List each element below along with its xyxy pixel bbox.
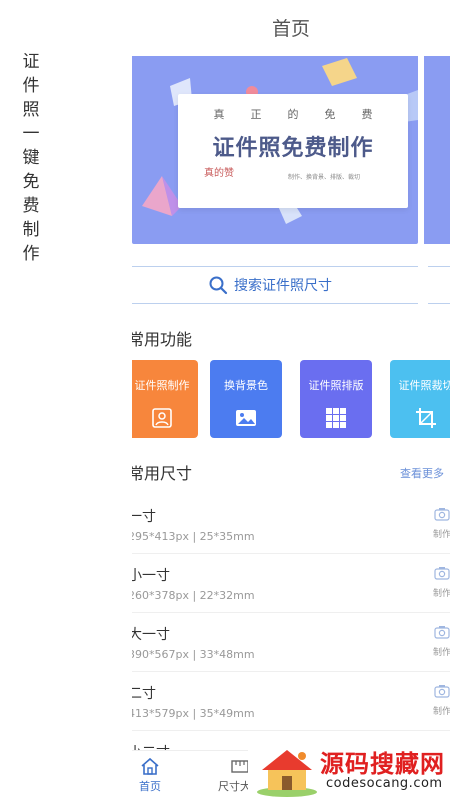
watermark-brand: 源码搜藏网 bbox=[320, 750, 445, 778]
size-row[interactable]: 二寸 413*579px | 35*49mm 制作 bbox=[132, 673, 450, 731]
make-label: 制作 bbox=[432, 530, 450, 540]
make-button[interactable]: 制作 bbox=[430, 683, 450, 717]
make-button[interactable]: 制作 bbox=[430, 565, 450, 599]
banner-subtitle: 真正的免费 bbox=[213, 108, 399, 121]
search-bar-peek bbox=[428, 266, 450, 304]
tile-label: 证件照排版 bbox=[308, 379, 364, 392]
side-caption-panel: 证 件 照 一 键 免 费 制 作 bbox=[0, 0, 110, 800]
caption-char: 制 bbox=[22, 220, 40, 240]
sizes-title: 常用尺寸 bbox=[132, 464, 193, 483]
tile-change-background[interactable]: 换背景色 bbox=[210, 360, 282, 438]
make-label: 制作 bbox=[432, 707, 450, 717]
size-spec: 295*413px | 25*35mm bbox=[132, 530, 255, 543]
home-icon bbox=[141, 757, 159, 775]
caption-char: 证 bbox=[22, 52, 40, 72]
page-title: 首页 bbox=[271, 18, 310, 40]
size-row[interactable]: 小一寸 260*378px | 22*32mm 制作 bbox=[132, 555, 450, 613]
grid-icon bbox=[326, 408, 346, 428]
portrait-icon bbox=[152, 408, 172, 428]
tab-home[interactable]: 首页 bbox=[132, 757, 180, 794]
caption-char: 件 bbox=[22, 76, 40, 96]
camera-icon bbox=[434, 626, 450, 639]
size-row[interactable]: 大一寸 390*567px | 33*48mm 制作 bbox=[132, 614, 450, 672]
camera-icon bbox=[434, 567, 450, 580]
caption-char: 照 bbox=[22, 100, 40, 120]
caption-char: 作 bbox=[22, 244, 40, 264]
tile-label: 证件照制作 bbox=[134, 379, 190, 392]
ruler-icon bbox=[231, 760, 249, 773]
camera-icon bbox=[434, 685, 450, 698]
tile-crop[interactable]: 证件照裁切 bbox=[390, 360, 450, 438]
banner-card: 真正的免费 证件照免费制作 真的赞 制作、换背景、排版、裁切 bbox=[178, 94, 408, 208]
size-spec: 390*567px | 33*48mm bbox=[132, 648, 255, 661]
make-button[interactable]: 制作 bbox=[430, 506, 450, 540]
tile-layout[interactable]: 证件照排版 bbox=[300, 360, 372, 438]
tile-label: 证件照裁切 bbox=[398, 379, 450, 392]
crop-icon bbox=[416, 408, 436, 428]
caption-char: 一 bbox=[22, 124, 40, 144]
size-row[interactable]: 一寸 295*413px | 25*35mm 制作 bbox=[132, 496, 450, 554]
caption-char: 费 bbox=[22, 196, 40, 216]
vertical-caption: 证 件 照 一 键 免 费 制 作 bbox=[20, 50, 42, 266]
size-name: 小一寸 bbox=[132, 568, 170, 584]
banner-signature: 真的赞 bbox=[204, 168, 234, 179]
search-label: 搜索证件照尺寸 bbox=[234, 278, 332, 294]
camera-icon bbox=[434, 508, 450, 521]
search-icon bbox=[209, 276, 228, 295]
watermark: 源码搜藏网 codesocang.com bbox=[248, 740, 450, 800]
search-bar[interactable]: 搜索证件照尺寸 bbox=[132, 266, 418, 304]
size-name: 大一寸 bbox=[132, 627, 170, 643]
phone-screen: 首页 真正的免费 证件照免费制作 真的赞 制作、换背景、排版、裁切 搜索证件照尺… bbox=[132, 0, 450, 800]
make-button[interactable]: 制作 bbox=[430, 624, 450, 658]
tile-label: 换背景色 bbox=[224, 379, 268, 392]
size-name: 一寸 bbox=[132, 509, 156, 525]
banner-features: 制作、换背景、排版、裁切 bbox=[288, 174, 361, 181]
make-label: 制作 bbox=[432, 648, 450, 658]
size-name: 二寸 bbox=[132, 686, 156, 702]
size-spec: 260*378px | 22*32mm bbox=[132, 589, 255, 602]
watermark-url: codesocang.com bbox=[326, 776, 443, 791]
make-label: 制作 bbox=[432, 589, 450, 599]
next-banner-peek[interactable] bbox=[424, 56, 450, 244]
banner-headline: 证件照免费制作 bbox=[212, 136, 374, 161]
caption-char: 免 bbox=[22, 172, 40, 192]
caption-char: 键 bbox=[22, 148, 40, 168]
image-icon bbox=[236, 410, 256, 426]
house-logo-icon bbox=[257, 750, 317, 797]
view-more-link[interactable]: 查看更多 bbox=[400, 465, 444, 481]
tile-make-photo[interactable]: 证件照制作 bbox=[132, 360, 198, 438]
size-spec: 413*579px | 35*49mm bbox=[132, 707, 255, 720]
tab-label: 首页 bbox=[139, 780, 161, 793]
promo-banner[interactable]: 真正的免费 证件照免费制作 真的赞 制作、换背景、排版、裁切 bbox=[132, 56, 418, 244]
function-tiles: 证件照制作 换背景色 证件照排版 证件照裁切 bbox=[132, 360, 450, 440]
functions-title: 常用功能 bbox=[132, 330, 193, 349]
